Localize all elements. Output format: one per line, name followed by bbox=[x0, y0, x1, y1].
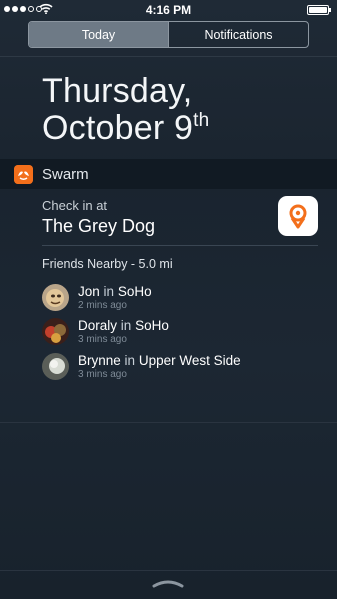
tab-today[interactable]: Today bbox=[29, 22, 169, 47]
friend-name: Doraly bbox=[78, 318, 118, 333]
divider bbox=[0, 422, 337, 423]
chevron-up-icon[interactable] bbox=[150, 577, 186, 589]
friend-name-line: Jon in SoHo bbox=[78, 284, 152, 299]
date-month-day: October 9 bbox=[42, 109, 194, 147]
friend-connector: in bbox=[124, 353, 136, 368]
segmented-control: Today Notifications bbox=[28, 21, 309, 48]
friend-name: Jon bbox=[78, 284, 100, 299]
swarm-checkin-icon bbox=[289, 204, 307, 229]
avatar bbox=[42, 284, 69, 311]
friend-connector: in bbox=[103, 284, 115, 299]
friend-row-doraly[interactable]: Doraly in SoHo 3 mins ago bbox=[42, 317, 318, 347]
date-weekday: Thursday, bbox=[42, 72, 193, 110]
friend-place: Upper West Side bbox=[138, 353, 241, 368]
friend-time: 3 mins ago bbox=[78, 369, 127, 380]
bottom-bar bbox=[0, 570, 337, 599]
battery-icon bbox=[307, 5, 331, 15]
avatar bbox=[42, 353, 69, 380]
date-ordinal-suffix: th bbox=[193, 110, 210, 131]
swarm-app-icon bbox=[14, 165, 33, 184]
status-time: 4:16 PM bbox=[145, 3, 192, 17]
widget-header[interactable]: Swarm bbox=[0, 159, 337, 189]
friend-name-line: Brynne in Upper West Side bbox=[78, 353, 241, 368]
friend-place: SoHo bbox=[135, 318, 169, 333]
venue-name[interactable]: The Grey Dog bbox=[42, 216, 155, 237]
checkin-button[interactable] bbox=[278, 196, 318, 236]
date-heading: Thursday, October 9th bbox=[42, 73, 209, 147]
divider bbox=[42, 245, 318, 246]
friend-row-jon[interactable]: Jon in SoHo 2 mins ago bbox=[42, 283, 318, 313]
friend-place: SoHo bbox=[117, 284, 152, 299]
friend-time: 2 mins ago bbox=[78, 300, 127, 311]
tab-notifications[interactable]: Notifications bbox=[169, 22, 308, 47]
friend-row-brynne[interactable]: Brynne in Upper West Side 3 mins ago bbox=[42, 352, 318, 382]
status-bar: 4:16 PM bbox=[0, 0, 337, 20]
widget-app-name: Swarm bbox=[42, 166, 89, 183]
divider bbox=[0, 56, 337, 57]
friend-name: Brynne bbox=[78, 353, 121, 368]
friend-name-line: Doraly in SoHo bbox=[78, 318, 169, 333]
friend-connector: in bbox=[120, 318, 132, 333]
avatar bbox=[42, 318, 69, 345]
checkin-label: Check in at bbox=[42, 198, 108, 213]
friends-nearby-heading: Friends Nearby - 5.0 mi bbox=[42, 257, 173, 271]
date-day: October 9th bbox=[42, 110, 209, 147]
friend-time: 3 mins ago bbox=[78, 334, 127, 345]
